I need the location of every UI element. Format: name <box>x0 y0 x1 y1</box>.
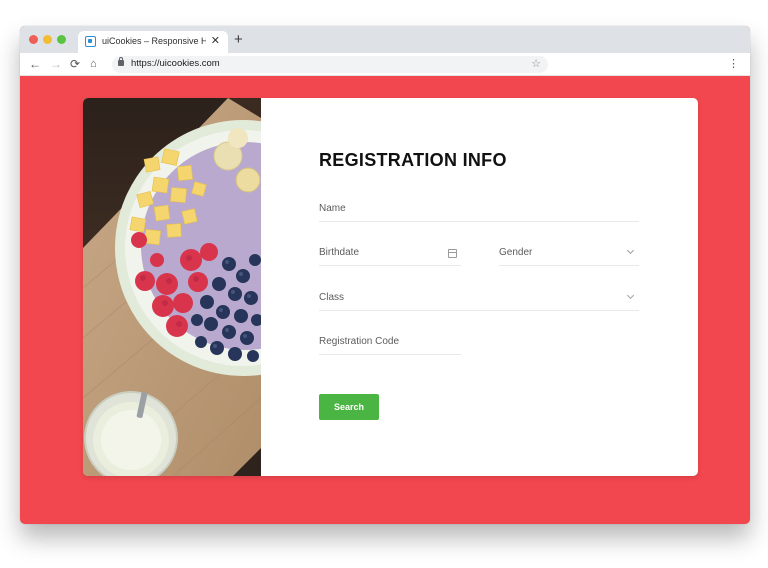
star-icon[interactable]: ☆ <box>531 57 541 70</box>
registration-code-field[interactable]: Registration Code <box>319 331 461 355</box>
calendar-icon[interactable] <box>448 249 457 258</box>
home-icon[interactable]: ⌂ <box>90 56 97 72</box>
chevron-down-icon <box>626 246 635 255</box>
address-bar[interactable]: https://uicookies.com ☆ <box>112 56 548 73</box>
name-label: Name <box>319 203 346 214</box>
reload-icon[interactable]: ⟳ <box>70 56 80 72</box>
name-field[interactable]: Name <box>319 198 639 222</box>
maximize-window-button[interactable] <box>57 35 66 44</box>
chevron-down-icon <box>626 291 635 300</box>
browser-window: uiCookies – Responsive HTML ✕ + ← → ⟳ ⌂ … <box>20 26 750 524</box>
registration-code-label: Registration Code <box>319 336 400 347</box>
minimize-window-button[interactable] <box>43 35 52 44</box>
registration-card: REGISTRATION INFO Name Birthdate Gender … <box>83 98 698 476</box>
new-tab-button[interactable]: + <box>234 31 243 48</box>
registration-form: REGISTRATION INFO Name Birthdate Gender … <box>261 98 698 476</box>
tab-strip: uiCookies – Responsive HTML ✕ + <box>20 26 750 53</box>
browser-toolbar: ← → ⟳ ⌂ https://uicookies.com ☆ ⋮ <box>20 53 750 76</box>
class-label: Class <box>319 292 345 303</box>
forward-icon[interactable]: → <box>50 56 62 72</box>
class-select[interactable]: Class <box>319 287 639 311</box>
birthdate-field[interactable]: Birthdate <box>319 242 461 266</box>
url-text[interactable]: https://uicookies.com <box>131 58 220 69</box>
tab-title: uiCookies – Responsive HTML <box>102 36 206 46</box>
back-icon[interactable]: ← <box>29 56 41 72</box>
gender-label: Gender <box>499 247 533 258</box>
birthdate-label: Birthdate <box>319 247 360 258</box>
favicon-icon <box>85 36 96 47</box>
browser-tab[interactable]: uiCookies – Responsive HTML ✕ <box>78 31 228 53</box>
gender-select[interactable]: Gender <box>499 242 639 266</box>
lock-icon <box>118 57 124 66</box>
food-photo <box>83 98 261 476</box>
form-title: REGISTRATION INFO <box>319 150 507 170</box>
menu-icon[interactable]: ⋮ <box>728 56 739 72</box>
close-window-button[interactable] <box>29 35 38 44</box>
tab-close-icon[interactable]: ✕ <box>211 34 220 47</box>
search-button[interactable]: Search <box>319 394 379 420</box>
